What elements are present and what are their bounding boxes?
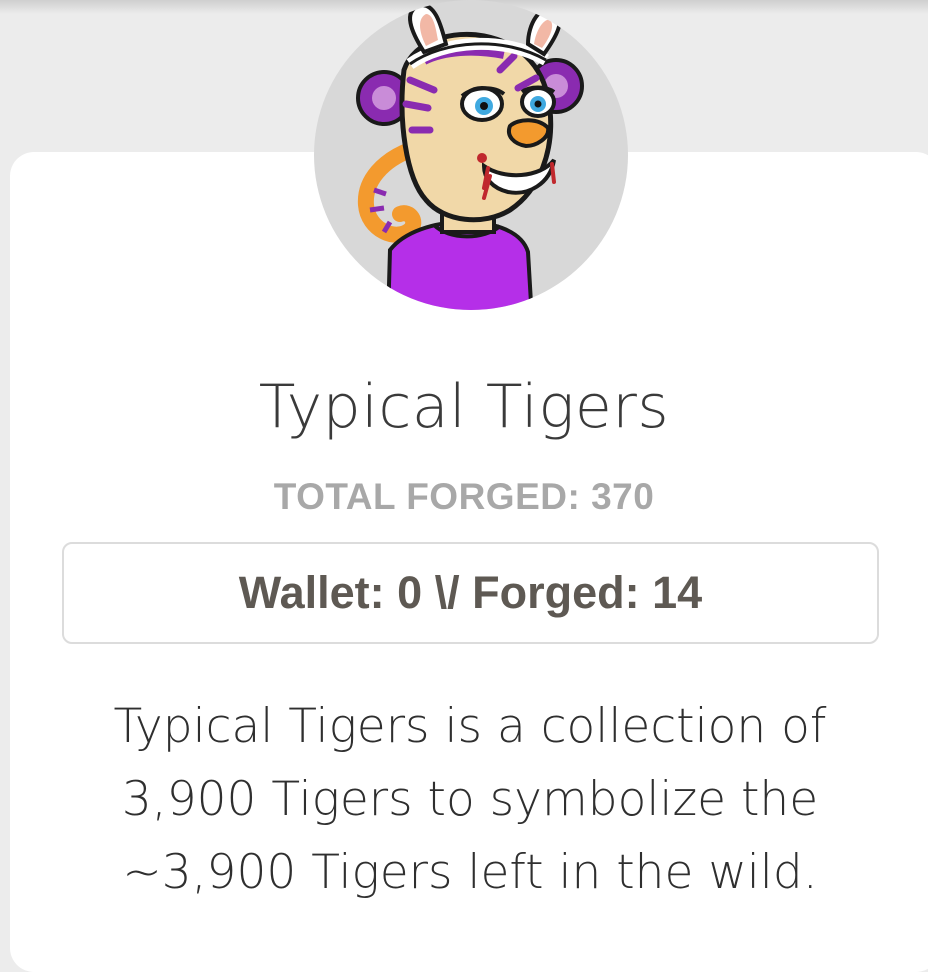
tiger-avatar-icon	[314, 0, 628, 310]
total-forged-count: TOTAL FORGED: 370	[273, 476, 655, 517]
wallet-count: Wallet: 0	[238, 567, 423, 618]
forged-count: Forged: 14	[472, 567, 703, 618]
wallet-forged-summary: Wallet: 0 \/ Forged: 14	[62, 542, 879, 644]
separator: \/	[422, 567, 473, 618]
collection-title: Typical Tigers	[258, 372, 670, 442]
collection-description: Typical Tigers is a collection of 3,900 …	[113, 699, 827, 900]
